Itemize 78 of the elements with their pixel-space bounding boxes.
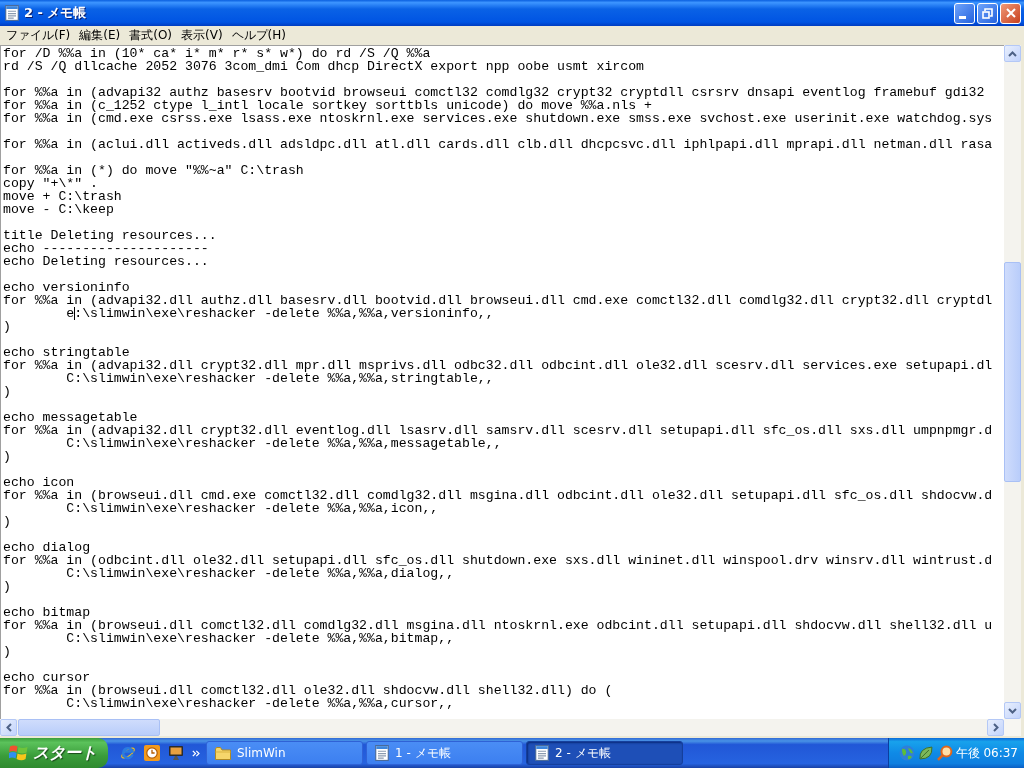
taskbar-button[interactable]: SlimWin (206, 741, 363, 765)
code-line: for /D %%a in (10* ca* i* m* r* s* w*) do rd /S /Q %%a (3, 47, 431, 60)
code-line: ) (3, 645, 11, 658)
notepad-icon[interactable] (5, 5, 19, 21)
code-line: move - C:\keep (3, 203, 114, 216)
scroll-up-button[interactable] (1004, 45, 1021, 62)
double-chevron-icon[interactable] (192, 749, 200, 757)
code-line: ) (3, 385, 11, 398)
windows-flag-icon (9, 744, 28, 762)
code-line: for %%a in (*) do move "%%~a" C:\trash (3, 164, 304, 177)
code-line: for %%a in (odbcint.dll ole32.dll setupapi.dll sfc_os.dll shutdown.exe sxs.dll wininet.dll winspool.drv winsrv.dll wintrust.d (3, 554, 993, 567)
code-line: rd /S /Q dllcache 2052 3076 3com_dmi Com dhcp DirectX export npp oobe usmt xircom (3, 60, 645, 73)
taskbar-button[interactable]: 1 - メモ帳 (366, 741, 523, 765)
notepad-icon (535, 745, 549, 761)
clock-text[interactable]: 午後 06:37 (955, 744, 1018, 762)
desktop-icon[interactable] (168, 745, 184, 761)
code-line: for %%a in (browseui.dll cmd.exe comctl32.dll comdlg32.dll msgina.dll odbcint.dll ole32.dll setupapi.dll sfc_os.dll shdocvw.d (3, 489, 993, 502)
code-line: echo dialog (3, 541, 91, 554)
code-line: echo --------------------- (3, 242, 209, 255)
code-line: echo Deleting resources... (3, 255, 209, 268)
code-line: ) (3, 580, 11, 593)
code-line: for %%a in (cmd.exe csrss.exe lsass.exe ntoskrnl.exe services.exe shutdown.exe smss.exe svchost.exe userinit.exe watchdog.sys (3, 112, 993, 125)
code-line: for %%a in (advapi32 authz basesrv bootvid browseui comctl32 comdlg32 crypt32 cryptdll csrsrv dnsapi eventlog framebuf gdi32 (3, 86, 985, 99)
scroll-left-button[interactable] (0, 719, 17, 736)
restore-icon (982, 7, 993, 19)
window-title: 2 - メモ帳 (24, 4, 87, 22)
menu-item[interactable]: ファイル(F) (3, 27, 74, 44)
scrollbar-thumb[interactable] (18, 719, 160, 736)
code-line: C:\slimwin\exe\reshacker -delete %%a,%%a,dialog,, (65, 567, 455, 580)
code-line: echo icon (3, 476, 75, 489)
scroll-right-button[interactable] (987, 719, 1004, 736)
code-line: for %%a in (advapi32.dll crypt32.dll eventlog.dll lsasrv.dll samsrv.dll scesrv.dll setupapi.dll sfc_os.dll sxs.dll umpnpmgr.d (3, 424, 993, 437)
code-line: C:\slimwin\exe\reshacker -delete %%a,%%a,cursor,, (65, 697, 455, 710)
scrollbar-thumb[interactable] (1004, 262, 1021, 482)
code-line: for %%a in (browseui.dll comctl32.dll comdlg32.dll msgina.dll ntoskrnl.exe odbcint.dll setupapi.dll shdocvw.dll shell32.dll u (3, 619, 993, 632)
menu-item[interactable]: ヘルプ(H) (228, 27, 289, 44)
taskbar-button[interactable]: 2 - メモ帳 (526, 741, 683, 765)
code-line: move + C:\trash (3, 190, 122, 203)
code-line: for %%a in (browseui.dll comctl32.dll ole32.dll shdocvw.dll shell32.dll) do ( (3, 684, 613, 697)
scroll-down-button[interactable] (1004, 702, 1021, 719)
code-line: C:\slimwin\exe\reshacker -delete %%a,%%a,messagetable,, (65, 437, 502, 450)
menu-item[interactable]: 編集(E) (76, 27, 124, 44)
restore-button[interactable] (977, 2, 998, 24)
close-icon (1005, 8, 1016, 18)
close-button[interactable] (1000, 2, 1021, 24)
chevron-up-icon (1008, 50, 1017, 57)
code-line: for %%a in (aclui.dll activeds.dll adsldpc.dll atl.dll cards.dll clb.dll dhcpcsvc.dll iphlpapi.dll mprapi.dll netman.dll rasa (3, 138, 993, 151)
menu-item[interactable]: 書式(O) (126, 27, 176, 44)
code-line: for %%a in (advapi32.dll authz.dll basesrv.dll bootvid.dll browseui.dll cmd.exe comctl32.dll comdlg32.dll crypt32.dll cryptdl (3, 294, 993, 307)
menu-item[interactable]: 表示(V) (178, 27, 226, 44)
minimize-button[interactable] (954, 2, 975, 24)
chevron-right-icon (992, 723, 999, 732)
vertical-scrollbar[interactable] (1004, 45, 1021, 719)
minimize-icon (959, 15, 966, 19)
scrollbar-corner (1004, 719, 1021, 736)
code-line: C:\slimwin\exe\reshacker -delete %%a,%%a,bitmap,, (65, 632, 455, 645)
chevron-left-icon (5, 723, 12, 732)
code-line: echo versioninfo (3, 281, 130, 294)
code-line: echo messagetable (3, 411, 138, 424)
code-line: echo stringtable (3, 346, 130, 359)
browser-icon[interactable] (120, 745, 136, 761)
code-line: ) (3, 320, 11, 333)
magnifier-icon[interactable] (936, 745, 953, 761)
folder-icon (215, 746, 231, 760)
notepad-icon (375, 745, 389, 761)
chevron-down-icon (1008, 707, 1017, 714)
code-line: C:\slimwin\exe\reshacker -delete %%a,%%a,icon,, (65, 502, 439, 515)
code-line: for %%a in (c_1252 ctype l_intl locale sortkey sorttbls unicode) do move %%a.nls + (3, 99, 652, 112)
horizontal-scrollbar[interactable] (0, 719, 1004, 736)
clock-icon[interactable] (144, 745, 160, 761)
code-line: echo bitmap (3, 606, 91, 619)
code-line: ) (3, 450, 11, 463)
code-line: C:\slimwin\exe\reshacker -delete %%a,%%a,stringtable,, (65, 372, 494, 385)
code-line: ) (3, 515, 11, 528)
code-line: for %%a in (advapi32.dll crypt32.dll mpr.dll msprivs.dll odbc32.dll odbcint.dll ole32.dll scesrv.dll services.exe setupapi.dl (3, 359, 993, 372)
code-line: echo cursor (3, 671, 91, 684)
code-line: copy "+\*" . (3, 177, 98, 190)
code-line: title Deleting resources... (3, 229, 217, 242)
